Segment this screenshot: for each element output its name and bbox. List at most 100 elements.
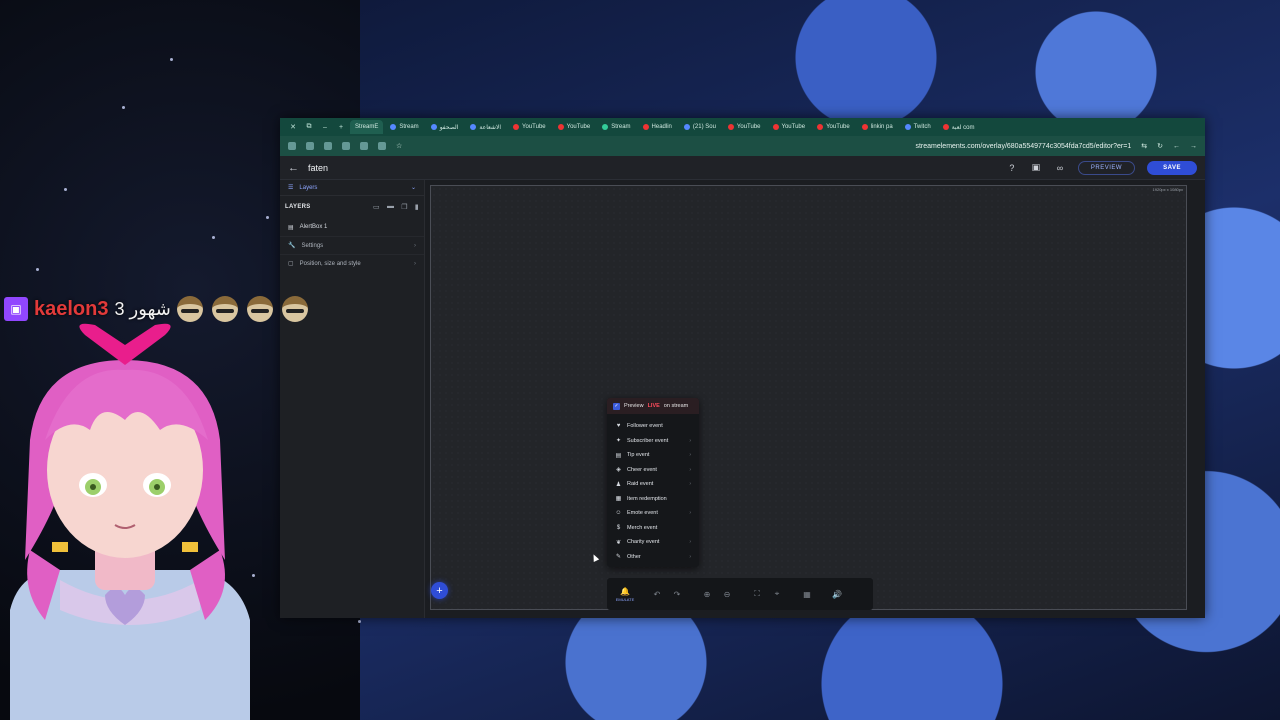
menu-item-tip[interactable]: ▤ Tip event › [607,448,699,463]
browser-tab[interactable]: YouTube [768,120,811,134]
zoom-out-icon[interactable]: ⊖ [717,590,737,599]
fit-screen-icon[interactable]: ⛶ [747,589,767,599]
overlay-title[interactable]: faten [308,163,328,173]
browser-tab[interactable]: YouTube [508,120,551,134]
tab-bar: ✕ ⧉ – + StreamE Stream الصحفو الاشعاعة Y… [280,118,1205,136]
tab-label: linkin pa [870,124,893,130]
chevron-down-icon[interactable]: ⌄ [411,184,416,191]
extension-icon[interactable] [342,142,350,150]
browser-tab[interactable]: الصحفو [426,120,464,134]
extension-icon[interactable] [288,142,296,150]
duplicate-icon[interactable]: ❐ [401,203,408,211]
chevron-right-icon: › [689,437,691,444]
save-button[interactable]: SAVE [1147,160,1197,175]
add-group-icon[interactable]: ▭ [373,203,380,211]
volume-icon[interactable]: 🔊 [827,590,847,599]
browser-tab[interactable]: Stream [385,120,423,134]
new-tab-icon[interactable]: + [334,124,348,131]
preview-suffix: on stream [663,403,689,409]
menu-item-other[interactable]: ✎ Other › [607,550,699,565]
tab-favicon-icon [727,124,734,130]
overlay-canvas[interactable]: 1920px x 1080px [430,185,1187,610]
layer-item[interactable]: ▤ AlertBox 1 [280,218,424,236]
browser-tab[interactable]: YouTube [553,120,596,134]
translate-icon[interactable]: ⇆ [1141,142,1147,150]
layers-panel-header[interactable]: ☰ Layers ⌄ [280,180,424,196]
chevron-right-icon: › [689,539,691,546]
undo-icon[interactable]: ↶ [647,590,667,599]
checkbox-checked-icon[interactable]: ✓ [613,402,620,410]
browser-tab[interactable]: Headlin [638,120,677,134]
tab-label: YouTube [522,124,546,130]
emulate-label: EMULATE [615,596,635,602]
address-bar: ☆ streamelements.com/overlay/680a5549774… [280,136,1205,156]
frame-icon: ▢ [288,261,294,267]
vtuber-avatar [10,323,250,720]
menu-item-merch[interactable]: $ Merch event [607,521,699,536]
browser-tab[interactable]: الاشعاعة [465,120,506,134]
folder-icon[interactable]: ▬ [387,203,394,211]
trash-icon[interactable]: ▮ [415,203,419,211]
sunglasses-emote-icon [211,296,238,322]
tab-favicon-icon [861,124,868,130]
tab-label: Stream [399,124,419,130]
money-icon: ▤ [615,452,622,459]
settings-row[interactable]: 🔧 Settings › [280,236,424,254]
browser-tab[interactable]: لعبة com [938,120,980,134]
reload-icon[interactable]: ↻ [1157,142,1163,150]
browser-tab[interactable]: linkin pa [857,120,898,134]
editor-workarea: ☰ Layers ⌄ LAYERS ▭ ▬ ❐ ▮ ▤ AlertBox 1 🔧… [280,180,1205,618]
menu-item-emote[interactable]: ☺ Emote event › [607,506,699,521]
layers-heading: LAYERS [285,204,311,210]
close-window-icon[interactable]: ✕ [286,123,300,131]
extension-icon[interactable] [306,142,314,150]
zoom-in-icon[interactable]: ⊕ [697,590,717,599]
minimize-window-icon[interactable]: – [318,124,332,131]
live-label: LIVE [647,403,660,409]
chevron-right-icon: › [689,553,691,560]
layer-label: AlertBox 1 [299,224,328,230]
layer-widget-icon: ▤ [288,224,294,231]
menu-item-subscriber[interactable]: ✦ Subscriber event › [607,434,699,449]
chevron-right-icon: › [414,242,416,249]
menu-item-follower[interactable]: ♥ Follower event [607,419,699,434]
sunglasses-emote-icon [246,296,273,322]
back-nav-icon[interactable]: ← [1173,143,1180,150]
emulate-button[interactable]: 🔔 EMULATE [613,587,637,602]
chevron-right-icon: › [689,481,691,488]
menu-item-redemption[interactable]: ▦ Item redemption [607,492,699,507]
link-icon[interactable]: ∞ [1054,163,1066,173]
menu-item-charity[interactable]: ❦ Charity event › [607,535,699,550]
tab-favicon-icon [642,124,649,130]
position-size-style-row[interactable]: ▢ Position, size and style › [280,254,424,272]
browser-tab[interactable]: Twitch [900,120,936,134]
grid-icon[interactable]: ▦ [797,590,817,599]
canvas-size-label: 1920px x 1080px [1152,187,1183,192]
url-field[interactable]: streamelements.com/overlay/680a5549774c3… [915,143,1131,150]
extension-icon[interactable] [324,142,332,150]
monitor-icon[interactable]: ▣ [1030,162,1042,173]
tab-label: YouTube [736,124,761,130]
add-widget-button[interactable]: + [431,582,448,599]
menu-item-raid[interactable]: ♟ Raid event › [607,477,699,492]
back-arrow-icon[interactable]: ← [288,162,308,174]
menu-item-cheer[interactable]: ◈ Cheer event › [607,463,699,478]
redo-icon[interactable]: ↷ [667,590,687,599]
browser-tab[interactable]: YouTube [723,120,766,134]
bookmark-star-icon[interactable]: ☆ [396,142,402,150]
help-icon[interactable]: ? [1006,163,1018,173]
browser-tab[interactable]: Stream [597,120,635,134]
canvas-area: 1920px x 1080px ✓ Preview LIVE on stream… [425,180,1205,618]
browser-tab[interactable]: (21) Sou [679,120,721,134]
browser-tab[interactable]: StreamE [350,120,384,134]
browser-tab[interactable]: YouTube [812,120,855,134]
star-user-icon: ✦ [615,438,622,445]
extension-icon[interactable] [360,142,368,150]
restore-window-icon[interactable]: ⧉ [302,123,316,131]
forward-nav-icon[interactable]: → [1190,143,1197,150]
tab-favicon-icon [683,124,690,130]
preview-live-toggle[interactable]: ✓ Preview LIVE on stream [607,398,699,414]
preview-button[interactable]: PREVIEW [1077,160,1136,175]
center-icon[interactable]: ⌖ [767,589,787,599]
extension-icon[interactable] [378,142,386,150]
